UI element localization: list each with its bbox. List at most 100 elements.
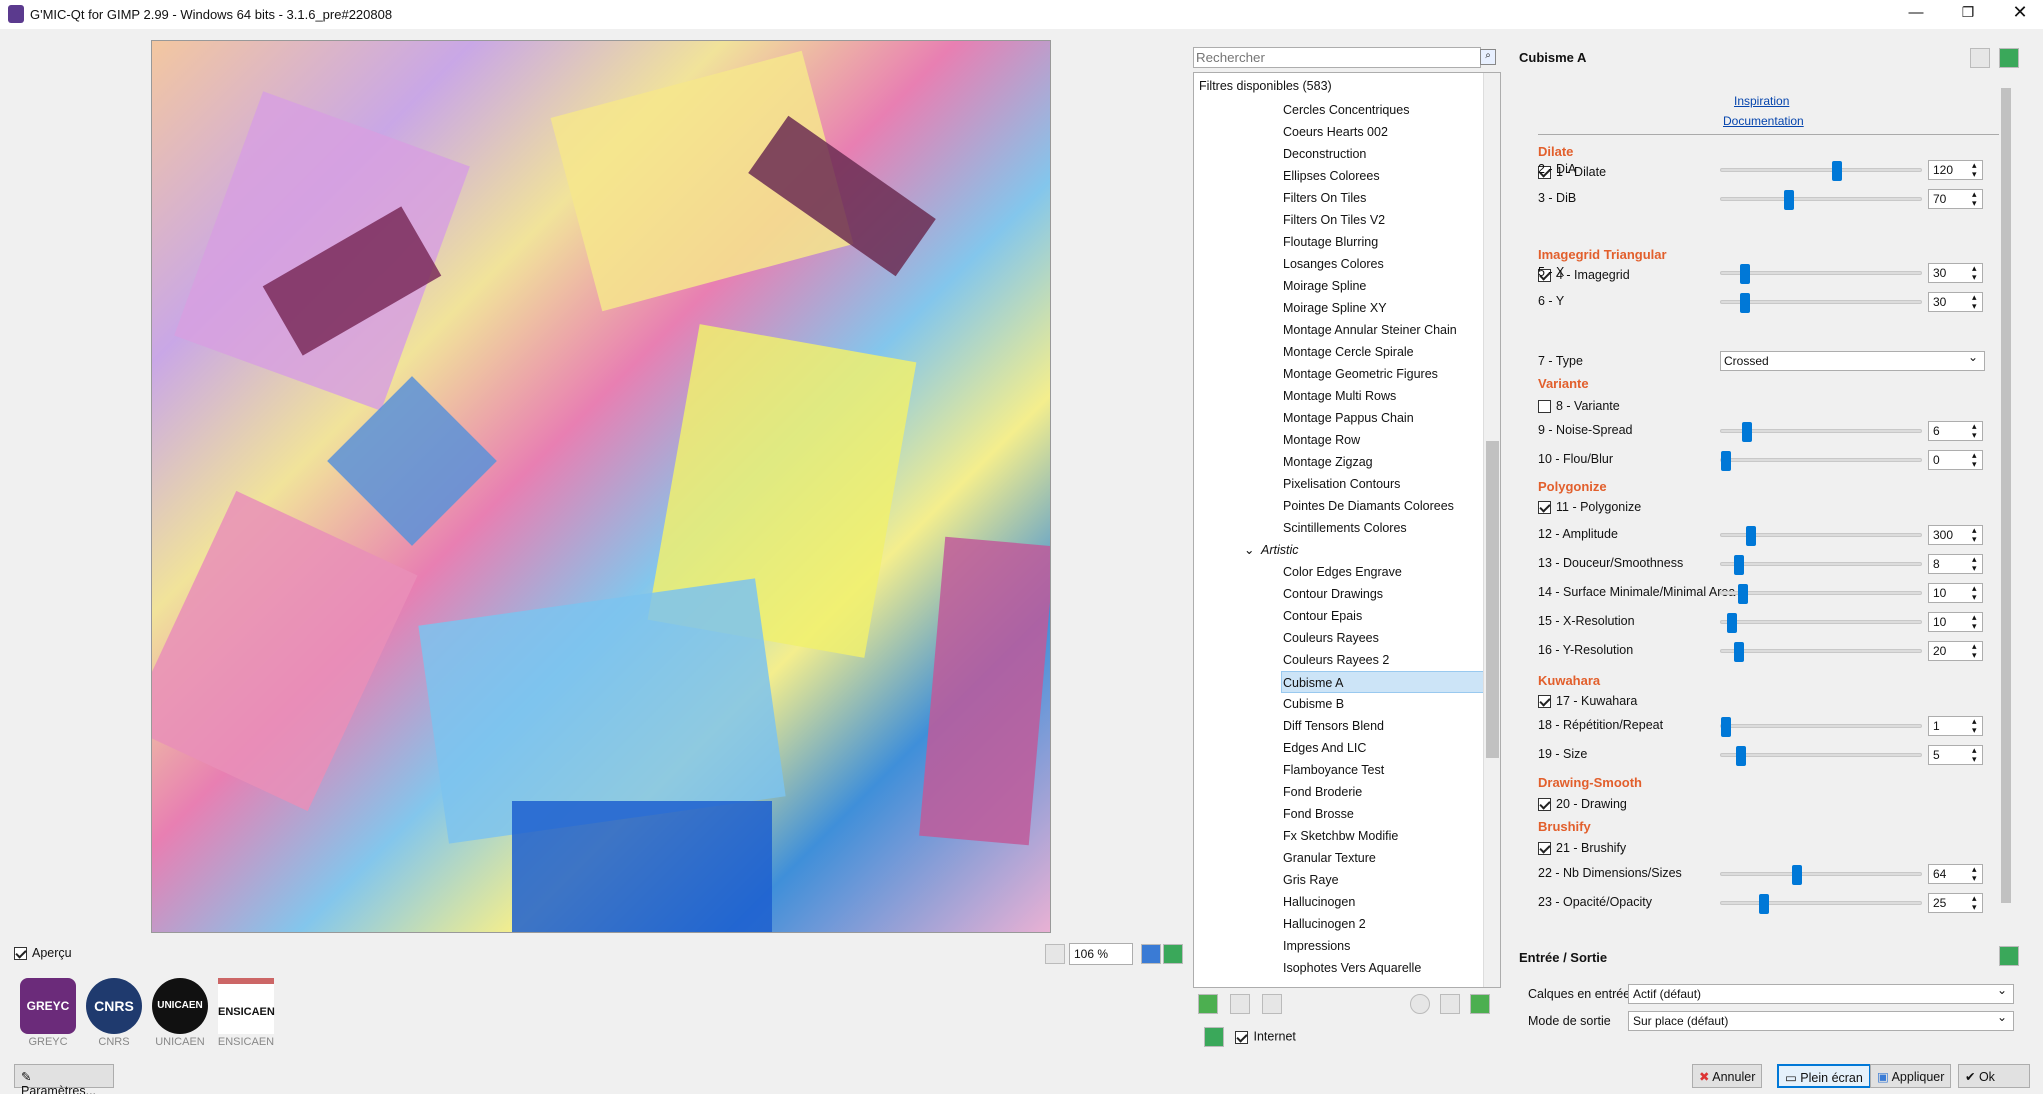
zoom-selector[interactable]: 106 % [1069, 943, 1133, 965]
preview-image[interactable] [151, 40, 1051, 933]
param-spinbox[interactable]: 10 [1928, 612, 1983, 632]
param-slider[interactable] [1720, 190, 1922, 210]
inspiration-link[interactable]: Inspiration [1734, 94, 1789, 108]
slider-handle[interactable] [1736, 746, 1746, 766]
param-slider[interactable] [1720, 161, 1922, 181]
param-spinbox[interactable]: 5 [1928, 745, 1983, 765]
param-slider[interactable] [1720, 642, 1922, 662]
update-refresh-icon[interactable] [1204, 1027, 1224, 1047]
filter-item[interactable]: Impressions [1194, 935, 1482, 957]
preview-check-icon[interactable] [14, 947, 27, 961]
visibility-icon[interactable] [1410, 994, 1430, 1014]
filter-item[interactable]: Isophotes Vers Aquarelle [1194, 957, 1482, 979]
filter-item[interactable]: Deconstruction [1194, 143, 1482, 165]
param-spinbox[interactable]: 300 [1928, 525, 1983, 545]
filter-item[interactable]: Hallucinogen [1194, 891, 1482, 913]
filter-item[interactable]: Ellipses Colorees [1194, 165, 1482, 187]
filter-item[interactable]: Scintillements Colores [1194, 517, 1482, 539]
filter-item[interactable]: Losanges Colores [1194, 253, 1482, 275]
param-slider[interactable] [1720, 264, 1922, 284]
slider-handle[interactable] [1721, 451, 1731, 471]
remove-fave-icon[interactable] [1230, 994, 1250, 1014]
bulb-icon[interactable] [1045, 944, 1065, 964]
filter-item[interactable]: Montage Multi Rows [1194, 385, 1482, 407]
fullscreen-button[interactable]: ▭ Plein écran [1777, 1064, 1871, 1088]
filter-item[interactable]: Couleurs Rayees [1194, 627, 1482, 649]
param-spinbox[interactable]: 20 [1928, 641, 1983, 661]
checkbox-kuwahara[interactable]: 17 - Kuwahara [1538, 694, 1637, 709]
slider-handle[interactable] [1792, 865, 1802, 885]
filter-item[interactable]: Cubisme B [1194, 693, 1482, 715]
slider-handle[interactable] [1734, 642, 1744, 662]
slider-handle[interactable] [1759, 894, 1769, 914]
param-slider[interactable] [1720, 894, 1922, 914]
param-slider[interactable] [1720, 746, 1922, 766]
param-spinbox[interactable]: 70 [1928, 189, 1983, 209]
slider-handle[interactable] [1740, 264, 1750, 284]
slider-handle[interactable] [1784, 190, 1794, 210]
filter-item[interactable]: Edges And LIC [1194, 737, 1482, 759]
param-spinbox[interactable]: 0 [1928, 450, 1983, 470]
checkbox-drawing[interactable]: 20 - Drawing [1538, 797, 1627, 812]
filter-item[interactable]: Color Edges Engrave [1194, 561, 1482, 583]
input-layers-select[interactable]: Actif (défaut) [1628, 983, 2014, 1004]
filter-item-selected[interactable]: Cubisme A [1281, 671, 1484, 693]
checkbox-variante[interactable]: 8 - Variante [1538, 399, 1620, 414]
settings-button[interactable]: ✎ Paramètres... [14, 1064, 114, 1094]
slider-handle[interactable] [1721, 717, 1731, 737]
filter-item[interactable]: Montage Annular Steiner Chain [1194, 319, 1482, 341]
close-icon[interactable]: ✕ [2005, 2, 2035, 24]
zoom-in-icon[interactable] [1141, 944, 1161, 964]
param-slider[interactable] [1720, 717, 1922, 737]
expand-down-icon[interactable] [1470, 994, 1490, 1014]
filter-item[interactable]: Flamboyance Test [1194, 759, 1482, 781]
param-spinbox[interactable]: 25 [1928, 893, 1983, 913]
param-slider[interactable] [1720, 293, 1922, 313]
slider-handle[interactable] [1734, 555, 1744, 575]
reset-params-icon[interactable] [1999, 48, 2019, 68]
params-scroll-thumb[interactable] [2001, 88, 2011, 903]
filter-item[interactable]: Contour Epais [1194, 605, 1482, 627]
filter-item[interactable]: Pixelisation Contours [1194, 473, 1482, 495]
filter-item[interactable]: Coeurs Hearts 002 [1194, 121, 1482, 143]
preview-checkbox[interactable]: Aperçu [14, 946, 72, 961]
param-slider[interactable] [1720, 422, 1922, 442]
filter-item[interactable]: Montage Cercle Spirale [1194, 341, 1482, 363]
filter-item[interactable]: Hallucinogen 2 [1194, 913, 1482, 935]
filter-item[interactable]: Montage Zigzag [1194, 451, 1482, 473]
param-slider[interactable] [1720, 526, 1922, 546]
filter-item[interactable]: Fx Sketchbw Modifie [1194, 825, 1482, 847]
slider-handle[interactable] [1727, 613, 1737, 633]
add-fave-icon[interactable] [1198, 994, 1218, 1014]
copy-to-clipboard-icon[interactable] [1970, 48, 1990, 68]
filter-scroll-thumb[interactable] [1486, 441, 1499, 758]
restore-icon[interactable]: ❐ [1953, 4, 1983, 24]
type-select[interactable]: Crossed [1720, 350, 1985, 371]
chevron-down-icon[interactable]: ⌄ [1244, 539, 1254, 561]
internet-checkbox[interactable] [1235, 1030, 1249, 1044]
category-artistic[interactable]: Artistic ⌄ [1194, 539, 1482, 561]
minimize-icon[interactable]: — [1901, 4, 1931, 24]
documentation-link[interactable]: Documentation [1723, 114, 1804, 128]
filter-item[interactable]: Floutage Blurring [1194, 231, 1482, 253]
cancel-button[interactable]: ✖ Annuler [1692, 1064, 1763, 1088]
filter-item[interactable]: Cercles Concentriques [1194, 99, 1482, 121]
filter-item[interactable]: Contour Drawings [1194, 583, 1482, 605]
search-icon[interactable]: ⌕ [1480, 49, 1496, 65]
filter-item[interactable]: Pointes De Diamants Colorees [1194, 495, 1482, 517]
param-spinbox[interactable]: 30 [1928, 263, 1983, 283]
io-refresh-icon[interactable] [1999, 946, 2019, 966]
param-slider[interactable] [1720, 555, 1922, 575]
rename-fave-icon[interactable] [1262, 994, 1282, 1014]
filter-item[interactable]: Granular Texture [1194, 847, 1482, 869]
output-mode-select[interactable]: Sur place (défaut) [1628, 1010, 2014, 1031]
param-slider[interactable] [1720, 584, 1922, 604]
param-slider[interactable] [1720, 451, 1922, 471]
param-spinbox[interactable]: 6 [1928, 421, 1983, 441]
list-toggle-icon[interactable] [1440, 994, 1460, 1014]
slider-handle[interactable] [1746, 526, 1756, 546]
checkbox-brushify[interactable]: 21 - Brushify [1538, 841, 1626, 856]
checkbox-polygonize[interactable]: 11 - Polygonize [1538, 500, 1641, 515]
filter-item[interactable]: Gris Raye [1194, 869, 1482, 891]
filter-item[interactable]: Filters On Tiles V2 [1194, 209, 1482, 231]
